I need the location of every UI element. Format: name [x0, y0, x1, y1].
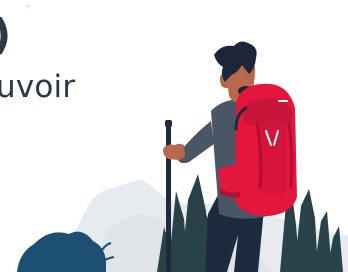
- hiker-hero-section: ) + uvoir: [0, 0, 348, 272]
- trekking-pole-icon: [165, 120, 172, 272]
- hiker-illustration: [17, 41, 348, 272]
